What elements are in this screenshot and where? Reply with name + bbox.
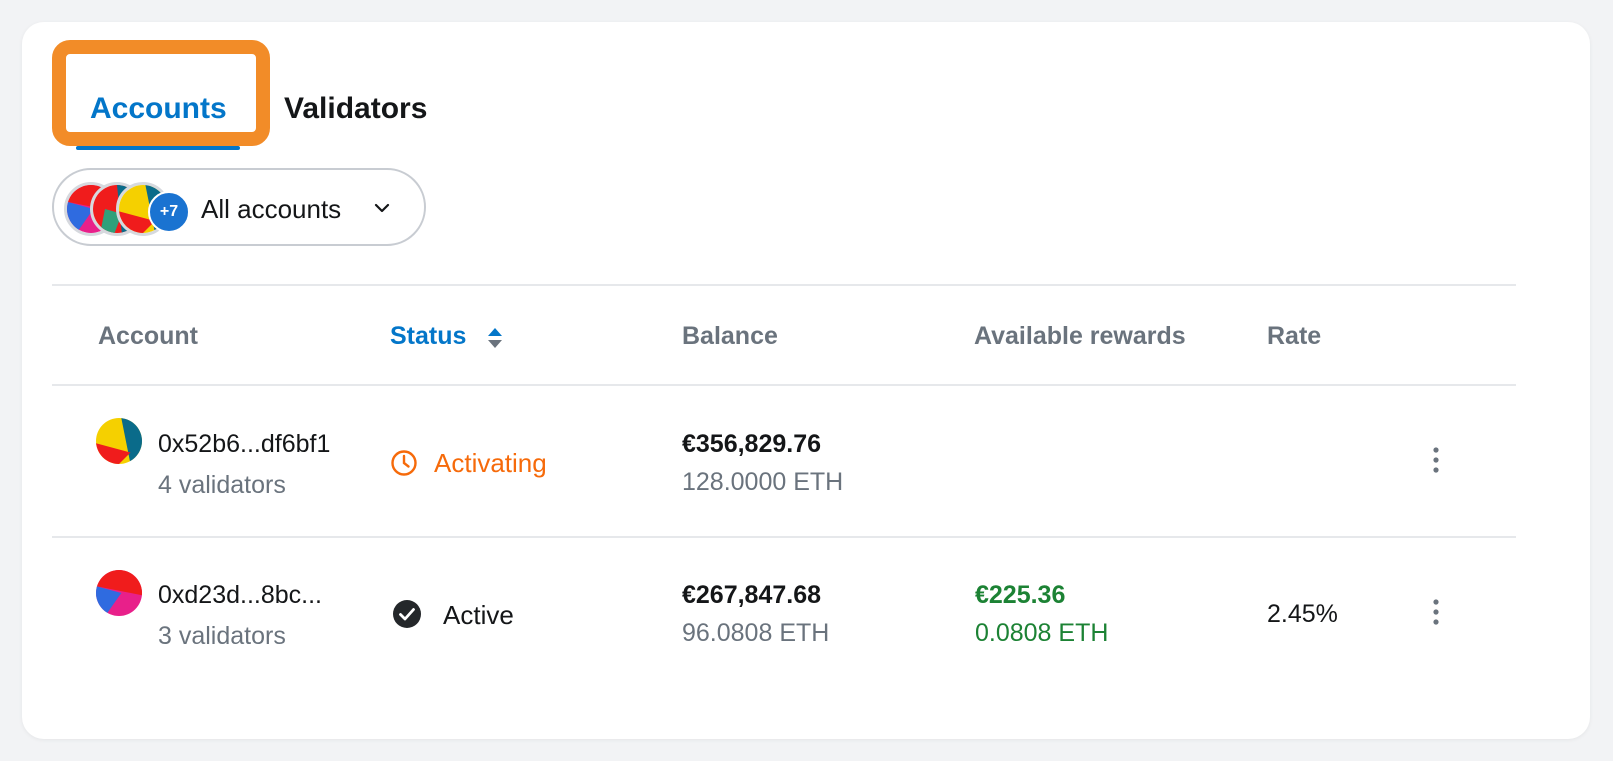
column-header-rate: Rate [1267, 322, 1322, 350]
more-accounts-badge: +7 [148, 191, 190, 233]
column-header-rewards: Available rewards [974, 322, 1186, 350]
account-address[interactable]: 0xd23d...8bc... [158, 581, 322, 610]
validator-count: 4 validators [158, 471, 286, 499]
divider [52, 284, 1516, 286]
balance-eth: 128.0000 ETH [682, 468, 844, 496]
status-label: Active [443, 600, 514, 630]
column-header-status[interactable]: Status [390, 322, 502, 351]
balance-eth: 96.0808 ETH [682, 619, 830, 647]
kebab-menu-icon[interactable] [1424, 442, 1448, 478]
balance-fiat: €267,847.68 [682, 581, 822, 609]
divider [52, 384, 1516, 386]
column-header-account: Account [98, 322, 198, 350]
tab-accounts[interactable]: Accounts [90, 92, 227, 126]
staking-card: Accounts Validators +7 All accounts Acco… [22, 22, 1590, 739]
tab-active-underline [76, 146, 240, 150]
column-header-balance: Balance [682, 322, 778, 350]
account-avatar [96, 570, 142, 616]
status-label: Activating [434, 448, 547, 478]
check-circle-icon [393, 600, 421, 628]
clock-icon [391, 450, 417, 476]
account-filter-dropdown[interactable]: +7 All accounts [52, 168, 426, 246]
account-address[interactable]: 0x52b6...df6bf1 [158, 430, 330, 459]
divider [52, 536, 1516, 538]
account-avatar [96, 418, 142, 464]
validator-count: 3 validators [158, 622, 286, 650]
balance-fiat: €356,829.76 [682, 430, 822, 458]
tab-validators[interactable]: Validators [284, 92, 427, 126]
account-avatar-stack: +7 [64, 182, 194, 236]
reward-rate: 2.45% [1267, 600, 1338, 628]
column-header-status-label: Status [390, 322, 467, 350]
rewards-eth: 0.0808 ETH [975, 619, 1109, 647]
kebab-menu-icon[interactable] [1424, 594, 1448, 630]
chevron-down-icon [374, 203, 390, 213]
sort-icon [488, 328, 502, 348]
filter-label: All accounts [201, 194, 342, 224]
rewards-fiat: €225.36 [975, 581, 1066, 609]
